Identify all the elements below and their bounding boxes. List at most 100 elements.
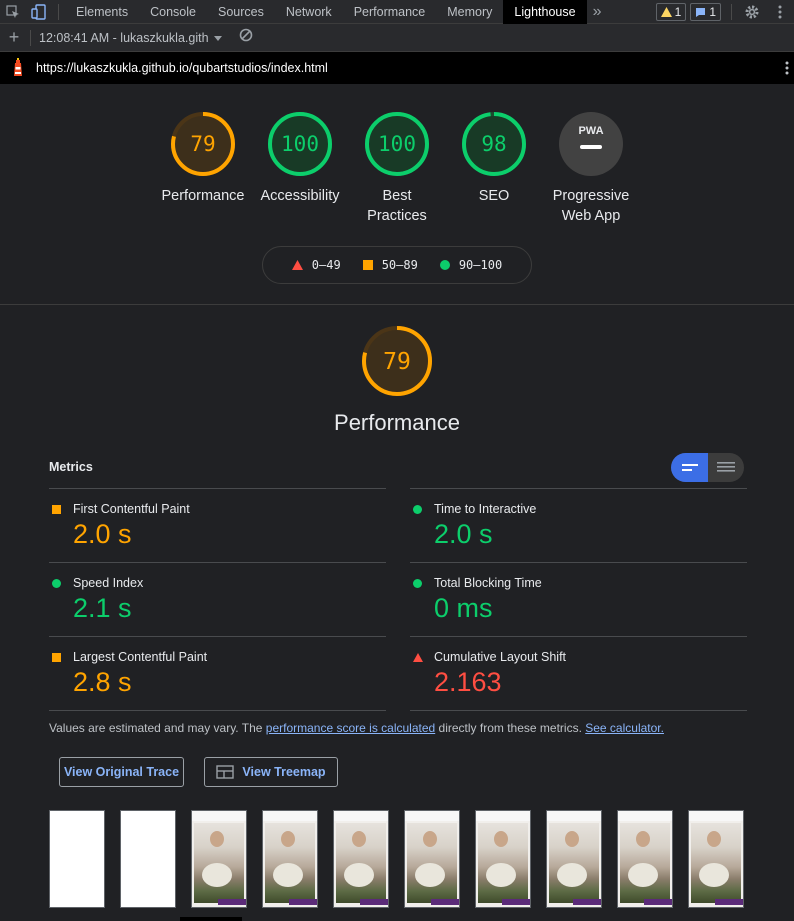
circle-pass-icon: [413, 579, 422, 588]
filmstrip-frame: [262, 810, 318, 908]
chevron-down-icon: [213, 35, 222, 41]
device-toolbar-icon[interactable]: [26, 0, 52, 24]
metrics-divider: [410, 710, 747, 711]
filmstrip-frame: [404, 810, 460, 908]
performance-big-score: 79: [383, 349, 411, 375]
tab-performance[interactable]: Performance: [343, 0, 437, 24]
filmstrip-frame: [688, 810, 744, 908]
metric-value: 0 ms: [434, 593, 493, 623]
note-text: Values are estimated and may vary. The: [49, 721, 266, 735]
messages-count: 1: [709, 5, 716, 19]
seo-score: 98: [481, 132, 506, 156]
clear-reports-icon[interactable]: [239, 28, 253, 47]
gauge-accessibility[interactable]: 100 Accessibility: [250, 110, 350, 206]
square-average-icon: [362, 260, 373, 270]
filmstrip-frame: [617, 810, 673, 908]
metrics-divider: [49, 710, 386, 711]
gauge-label-accessibility: Accessibility: [260, 188, 340, 204]
filmstrip-frame: [49, 810, 105, 908]
note-text: directly from these metrics.: [435, 721, 586, 735]
metric-total-blocking-time: Total Blocking Time 0 ms: [410, 562, 747, 636]
performance-big-gauge: 79: [362, 326, 432, 396]
metrics-heading: Metrics: [49, 460, 93, 474]
circle-pass-icon: [413, 505, 422, 514]
tab-console[interactable]: Console: [139, 0, 207, 24]
report-selector-label: 12:08:41 AM - lukaszkukla.gith: [39, 30, 209, 45]
best-practices-gauge-ring: 100: [365, 112, 429, 176]
gauge-best-practices[interactable]: 100 Best Practices: [347, 110, 447, 226]
new-report-plus-icon[interactable]: +: [0, 27, 28, 48]
seo-gauge-ring: 98: [462, 112, 526, 176]
lighthouse-toolbar: + 12:08:41 AM - lukaszkukla.gith: [0, 24, 794, 52]
toggle-expanded-view-icon[interactable]: [708, 453, 744, 482]
metric-speed-index: Speed Index 2.1 s: [49, 562, 386, 636]
view-original-trace-button[interactable]: View Original Trace: [59, 757, 184, 787]
legend-fail: 0–49: [291, 258, 341, 272]
horizontal-scrollbar[interactable]: [180, 917, 242, 921]
performance-title: Performance: [334, 410, 460, 435]
square-average-icon: [52, 505, 61, 514]
inspect-element-icon[interactable]: [0, 0, 26, 24]
report-url-bar: https://lukaszkukla.github.io/qubartstud…: [0, 52, 794, 84]
view-treemap-button[interactable]: View Treemap: [204, 757, 338, 787]
gauge-label-performance: Performance: [161, 188, 245, 204]
report-menu-icon[interactable]: [780, 52, 794, 84]
triangle-fail-icon: [413, 653, 423, 662]
toolbar-separator: [30, 29, 31, 46]
metric-largest-contentful-paint: Largest Contentful Paint 2.8 s: [49, 636, 386, 710]
metric-title: First Contentful Paint: [73, 502, 190, 516]
performance-gauge-ring: 79: [171, 112, 235, 176]
score-calculated-link[interactable]: performance score is calculated: [266, 721, 435, 735]
lighthouse-logo-icon: [0, 58, 36, 78]
filmstrip-frame: [120, 810, 176, 908]
tabbar-separator: [731, 4, 732, 20]
tab-elements[interactable]: Elements: [65, 0, 139, 24]
see-calculator-link[interactable]: See calculator.: [585, 721, 664, 735]
gauge-seo[interactable]: 98 SEO: [444, 110, 544, 206]
tab-lighthouse[interactable]: Lighthouse: [503, 0, 587, 24]
message-icon: [696, 7, 706, 17]
gauge-label-pwa: Progressive Web App: [552, 188, 630, 224]
metric-title: Total Blocking Time: [434, 576, 542, 590]
tabbar-separator: [58, 3, 59, 20]
metrics-view-toggle[interactable]: [671, 453, 744, 482]
metric-value: 2.1 s: [73, 593, 132, 623]
report-url[interactable]: https://lukaszkukla.github.io/qubartstud…: [36, 61, 328, 75]
legend-pass-range: 90–100: [458, 258, 503, 272]
filmstrip-frame: [546, 810, 602, 908]
warnings-count: 1: [674, 5, 682, 19]
gauge-label-best-practices: Best Practices: [367, 188, 427, 224]
view-original-trace-label: View Original Trace: [63, 765, 180, 779]
circle-pass-icon: [52, 579, 61, 588]
metric-value: 2.8 s: [73, 667, 132, 697]
warnings-badge[interactable]: 1: [655, 3, 687, 21]
tab-sources[interactable]: Sources: [207, 0, 275, 24]
settings-gear-icon[interactable]: [738, 0, 766, 24]
pwa-badge-icon: PWA: [559, 112, 623, 176]
kebab-menu-icon[interactable]: [766, 0, 794, 24]
gauge-performance[interactable]: 79 Performance: [153, 110, 253, 206]
more-tabs-icon[interactable]: »: [587, 3, 608, 21]
toggle-compact-view-icon[interactable]: [671, 453, 708, 482]
accessibility-gauge-ring: 100: [268, 112, 332, 176]
filmstrip: [49, 810, 749, 910]
legend-pass: 90–100: [439, 258, 503, 272]
tab-memory[interactable]: Memory: [436, 0, 503, 24]
best-practices-score: 100: [378, 132, 416, 156]
metric-title: Cumulative Layout Shift: [434, 650, 567, 664]
square-average-icon: [52, 653, 61, 662]
gauge-pwa[interactable]: PWA Progressive Web App: [541, 110, 641, 226]
legend-fail-range: 0–49: [311, 258, 341, 272]
circle-pass-icon: [439, 260, 450, 270]
devtools-tabbar: Elements Console Sources Network Perform…: [0, 0, 794, 24]
treemap-icon: [216, 765, 235, 779]
metric-title: Time to Interactive: [434, 502, 537, 516]
pwa-badge-text: PWA: [578, 125, 603, 137]
filmstrip-frame: [333, 810, 389, 908]
messages-badge[interactable]: 1: [690, 3, 721, 21]
tab-network[interactable]: Network: [275, 0, 343, 24]
metric-title: Speed Index: [73, 576, 144, 590]
report-selector[interactable]: 12:08:41 AM - lukaszkukla.gith: [39, 31, 222, 45]
metric-value: 2.0 s: [434, 519, 493, 549]
metric-cumulative-layout-shift: Cumulative Layout Shift 2.163: [410, 636, 747, 710]
